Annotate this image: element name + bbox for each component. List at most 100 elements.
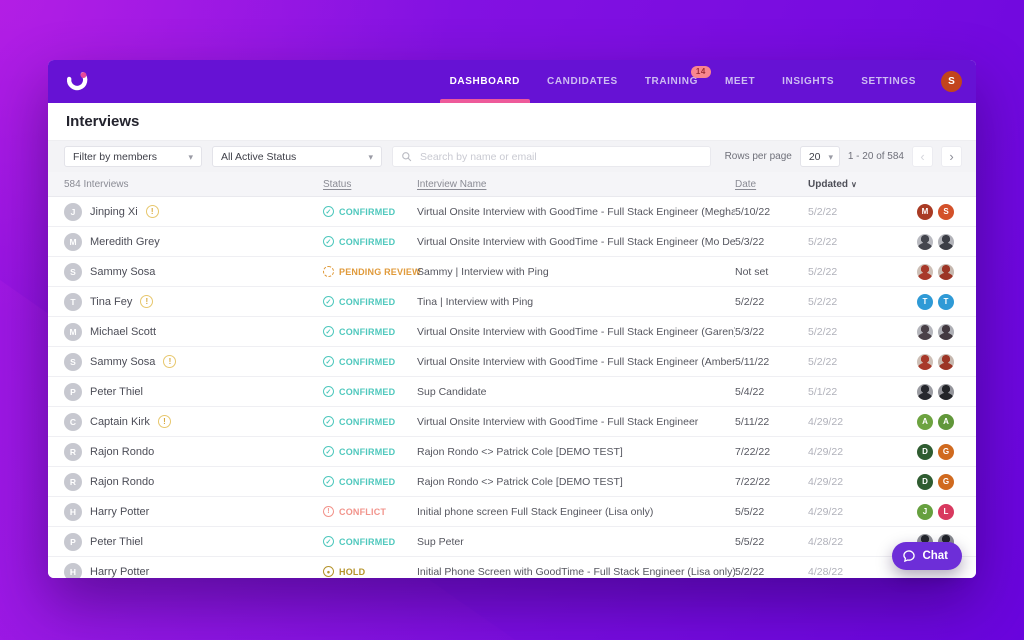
candidate-name: Jinping Xi: [90, 206, 138, 218]
updated-date: 4/28/22: [808, 536, 903, 548]
column-header-interview-name[interactable]: Interview Name: [417, 179, 735, 190]
candidate-name: Meredith Grey: [90, 236, 160, 248]
rows-per-page-select[interactable]: 20: [800, 146, 840, 167]
interviewer-avatar: [917, 324, 933, 340]
candidate-cell: P Peter Thiel: [64, 533, 323, 551]
status-icon: [323, 536, 334, 547]
goodtime-logo-icon[interactable]: [64, 69, 90, 95]
interviewer-avatar: [938, 264, 954, 280]
table-row[interactable]: S Sammy Sosa PENDING REVIEW Sammy | Inte…: [48, 257, 976, 287]
interview-date: 5/11/22: [735, 356, 808, 368]
rows-per-page-label: Rows per page: [725, 151, 792, 162]
chat-button-label: Chat: [922, 550, 948, 562]
table-row[interactable]: T Tina Fey CONFIRMED Tina | Interview wi…: [48, 287, 976, 317]
candidate-cell: H Harry Potter: [64, 563, 323, 579]
prev-page-button[interactable]: ‹: [912, 146, 933, 167]
candidate-avatar: C: [64, 413, 82, 431]
app-window: DASHBOARD CANDIDATES TRAINING 14 MEET: [48, 60, 976, 578]
status-cell: CONFIRMED: [323, 416, 417, 427]
table-row[interactable]: H Harry Potter CONFLICT Initial phone sc…: [48, 497, 976, 527]
candidate-cell: M Meredith Grey: [64, 233, 323, 251]
interview-name: Sammy | Interview with Ping: [417, 266, 735, 278]
candidate-cell: S Sammy Sosa: [64, 263, 323, 281]
candidate-name: Rajon Rondo: [90, 446, 154, 458]
user-avatar[interactable]: S: [941, 71, 962, 92]
rows-per-page-value: 20: [809, 151, 821, 163]
table-row[interactable]: M Meredith Grey CONFIRMED Virtual Onsite…: [48, 227, 976, 257]
nav-item[interactable]: TRAINING 14: [645, 60, 698, 103]
interviewer-avatars: [903, 234, 954, 250]
status-cell: CONFIRMED: [323, 386, 417, 397]
interview-name: Tina | Interview with Ping: [417, 296, 735, 308]
status-cell: CONFIRMED: [323, 446, 417, 457]
nav-item-label: TRAINING: [645, 76, 698, 87]
status-icon: [323, 266, 334, 277]
interviewer-avatar: T: [917, 294, 933, 310]
nav-item[interactable]: SETTINGS: [861, 60, 916, 103]
candidate-avatar: J: [64, 203, 82, 221]
status-label: CONFIRMED: [339, 477, 395, 487]
candidate-cell: R Rajon Rondo: [64, 473, 323, 491]
status-cell: HOLD: [323, 566, 417, 577]
interviewer-avatars: M S: [903, 204, 954, 220]
status-cell: CONFLICT: [323, 506, 417, 517]
table-row[interactable]: P Peter Thiel CONFIRMED Sup Candidate 5/…: [48, 377, 976, 407]
column-header-updated-label: Updated: [808, 179, 848, 190]
status-icon: [323, 386, 334, 397]
candidate-avatar: T: [64, 293, 82, 311]
interviewer-avatar: L: [938, 504, 954, 520]
nav-item[interactable]: CANDIDATES: [547, 60, 618, 103]
status-cell: CONFIRMED: [323, 356, 417, 367]
status-filter-value: All Active Status: [221, 151, 296, 163]
nav-item-label: SETTINGS: [861, 76, 916, 87]
status-label: CONFIRMED: [339, 537, 395, 547]
nav-item[interactable]: DASHBOARD: [450, 60, 520, 103]
interviewer-avatar: [938, 234, 954, 250]
search-icon: [401, 151, 412, 162]
updated-date: 4/29/22: [808, 476, 903, 488]
interview-date: 5/4/22: [735, 386, 808, 398]
interviewer-avatar: D: [917, 444, 933, 460]
table-row[interactable]: H Harry Potter HOLD Initial Phone Screen…: [48, 557, 976, 578]
search-input[interactable]: [418, 150, 702, 164]
chat-button[interactable]: Chat: [892, 542, 962, 570]
updated-date: 5/2/22: [808, 326, 903, 338]
member-filter-select[interactable]: Filter by members: [64, 146, 202, 167]
table-header: 584 Interviews Status Interview Name Dat…: [48, 172, 976, 197]
column-header-updated[interactable]: Updated: [808, 179, 903, 190]
notification-badge: 14: [691, 66, 711, 78]
interview-name: Virtual Onsite Interview with GoodTime -…: [417, 416, 735, 428]
candidate-cell: H Harry Potter: [64, 503, 323, 521]
table-row[interactable]: C Captain Kirk CONFIRMED Virtual Onsite …: [48, 407, 976, 437]
interview-date: 5/3/22: [735, 326, 808, 338]
interview-name: Rajon Rondo <> Patrick Cole [DEMO TEST]: [417, 476, 735, 488]
interviewer-avatar: A: [938, 414, 954, 430]
column-header-date[interactable]: Date: [735, 179, 808, 190]
interviewer-avatar: [938, 354, 954, 370]
table-row[interactable]: R Rajon Rondo CONFIRMED Rajon Rondo <> P…: [48, 467, 976, 497]
status-filter-select[interactable]: All Active Status: [212, 146, 382, 167]
candidate-avatar: M: [64, 323, 82, 341]
column-header-status[interactable]: Status: [323, 179, 417, 190]
interviewer-avatars: D G: [903, 474, 954, 490]
status-icon: [323, 416, 334, 427]
nav-item[interactable]: INSIGHTS: [782, 60, 834, 103]
updated-date: 5/2/22: [808, 356, 903, 368]
nav-item[interactable]: MEET: [725, 60, 755, 103]
table-row[interactable]: M Michael Scott CONFIRMED Virtual Onsite…: [48, 317, 976, 347]
nav-item-label: MEET: [725, 76, 755, 87]
candidate-cell: S Sammy Sosa: [64, 353, 323, 371]
candidate-cell: R Rajon Rondo: [64, 443, 323, 461]
next-page-button[interactable]: ›: [941, 146, 962, 167]
table-row[interactable]: J Jinping Xi CONFIRMED Virtual Onsite In…: [48, 197, 976, 227]
chevron-down-icon: [821, 151, 834, 163]
interview-date: 5/2/22: [735, 296, 808, 308]
table-row[interactable]: S Sammy Sosa CONFIRMED Virtual Onsite In…: [48, 347, 976, 377]
status-icon: [323, 236, 334, 247]
status-icon: [323, 446, 334, 457]
table-row[interactable]: P Peter Thiel CONFIRMED Sup Peter 5/5/22…: [48, 527, 976, 557]
pagination-controls: Rows per page 20 1 - 20 of 584 ‹ ›: [725, 146, 962, 167]
candidate-name: Harry Potter: [90, 506, 149, 518]
interview-name: Initial Phone Screen with GoodTime - Ful…: [417, 566, 735, 578]
table-row[interactable]: R Rajon Rondo CONFIRMED Rajon Rondo <> P…: [48, 437, 976, 467]
